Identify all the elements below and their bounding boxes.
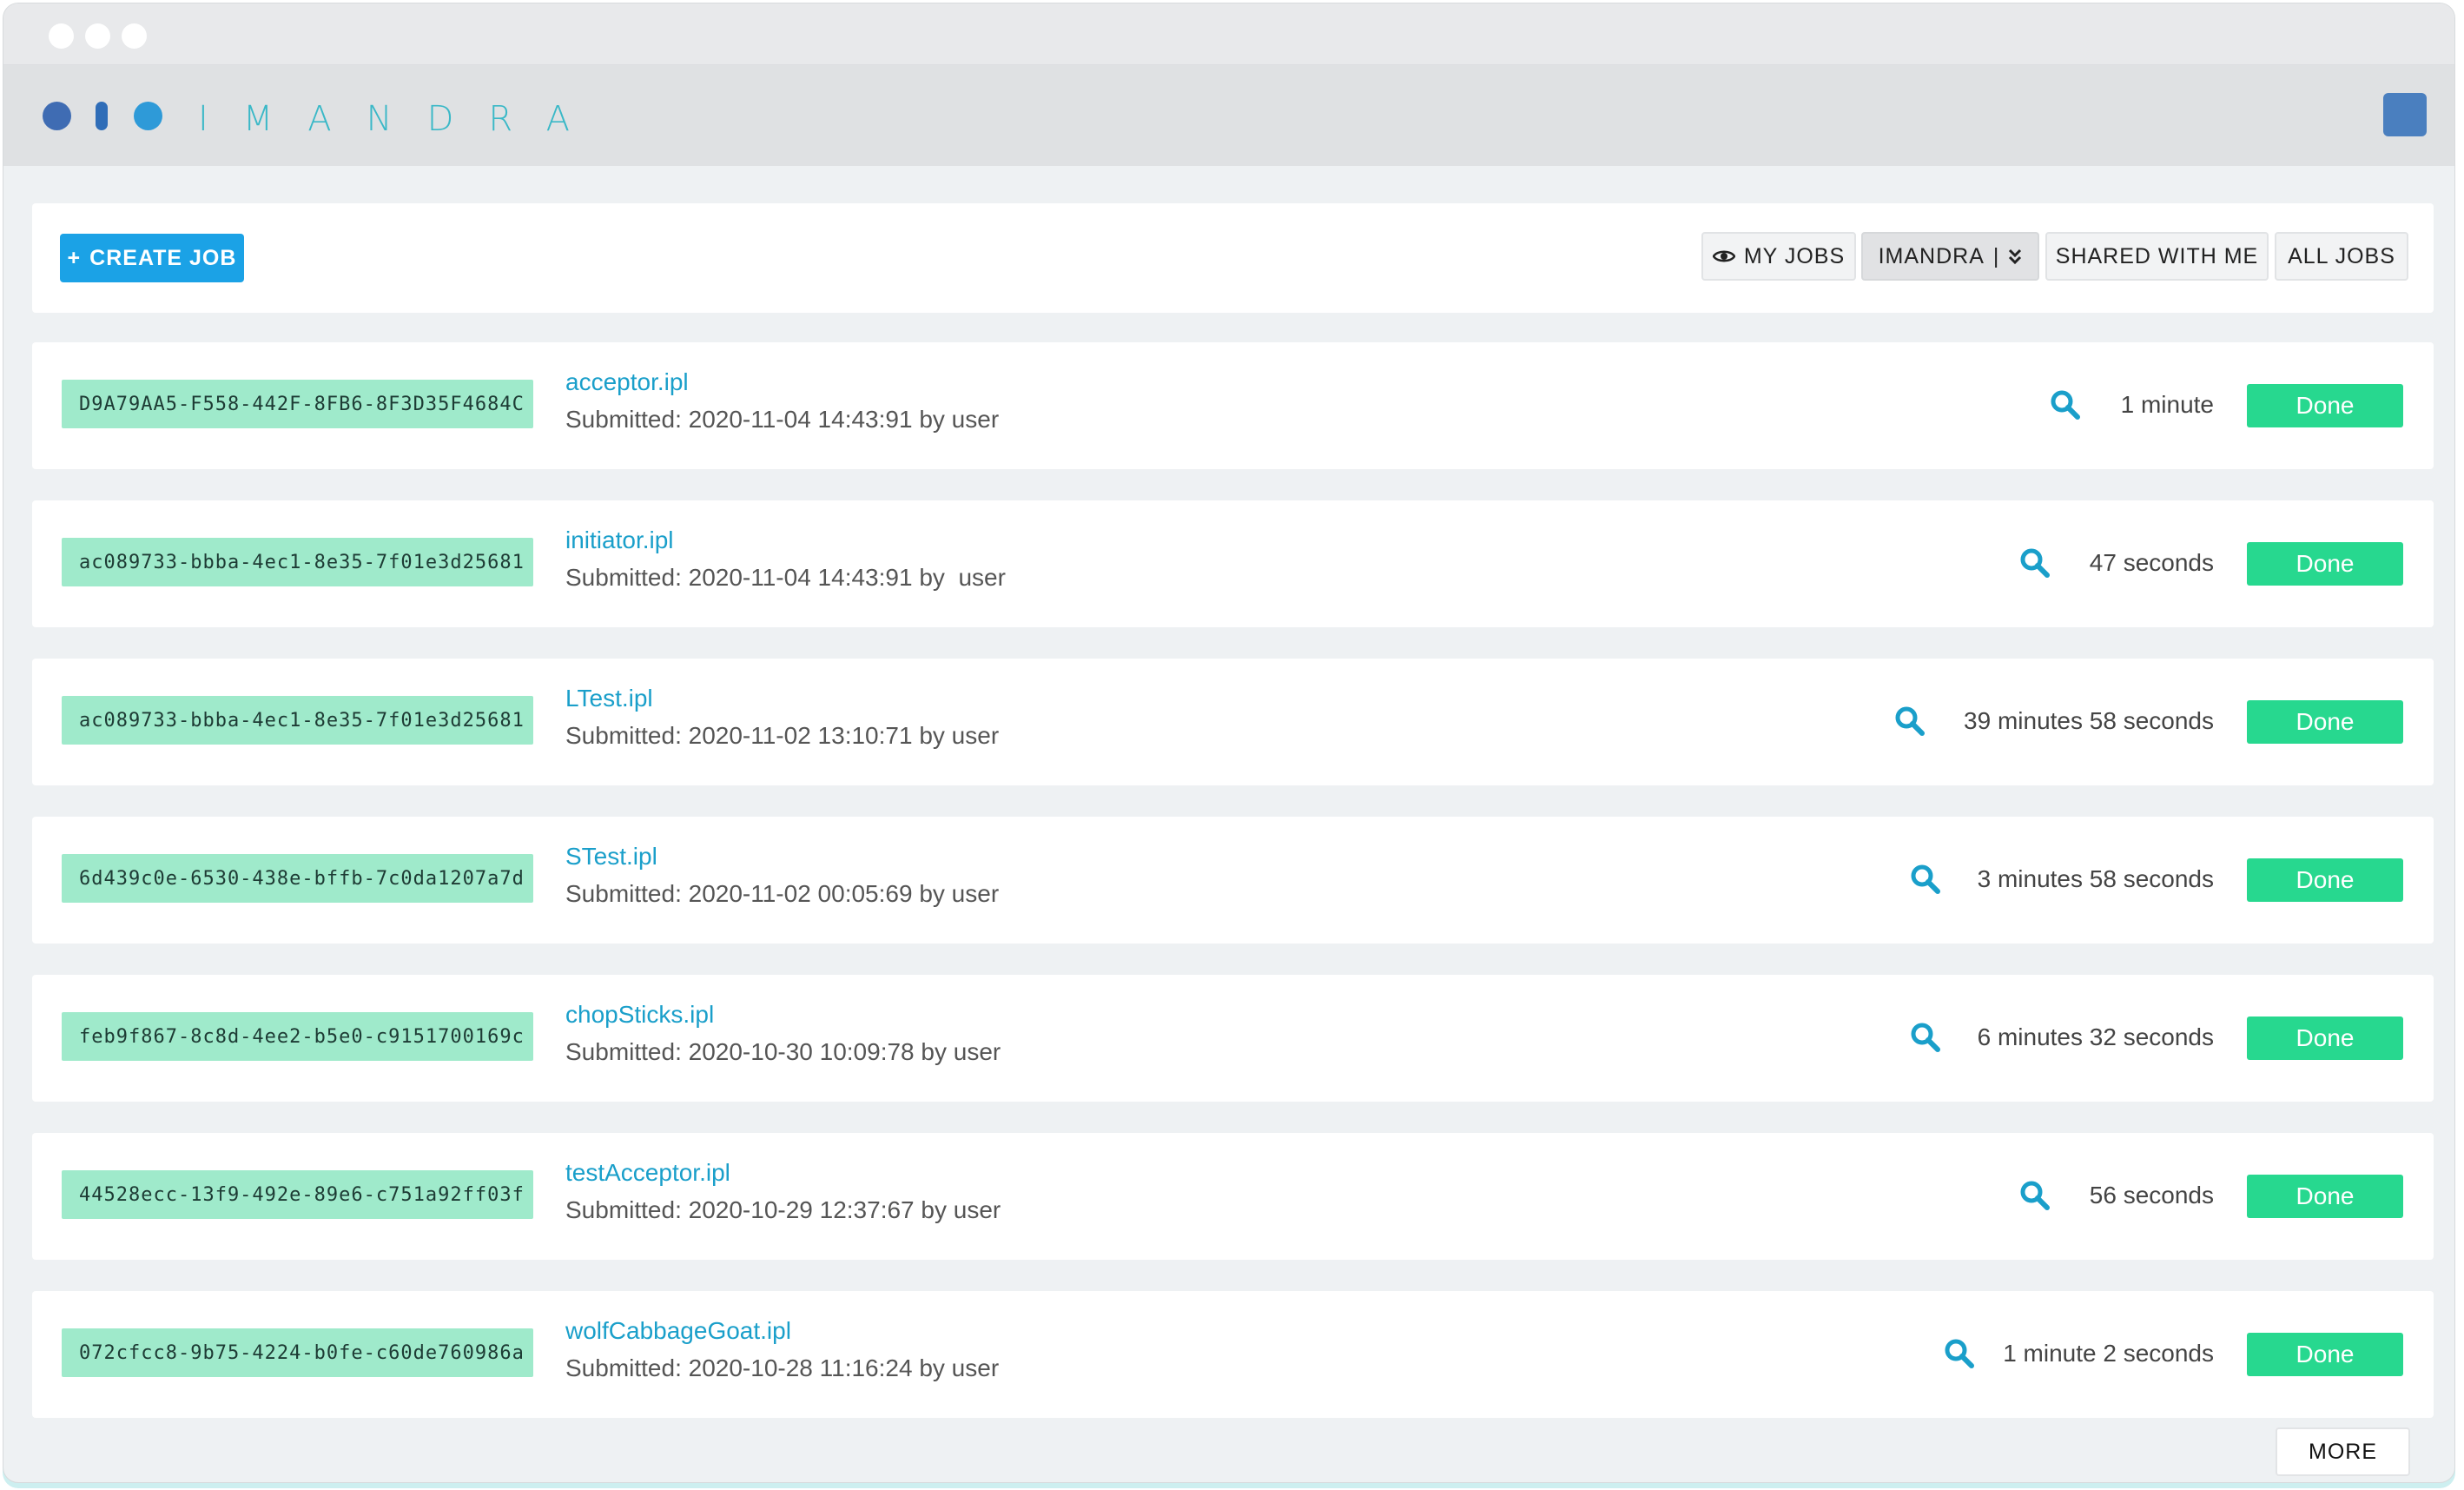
job-name-link[interactable]: initiator.ipl xyxy=(565,526,674,554)
job-id-badge: ac089733-bbba-4ec1-8e35-7f01e3d25681 xyxy=(62,696,533,745)
job-submitted-text: Submitted: 2020-11-04 14:43:91 by user xyxy=(565,564,1006,591)
eye-icon xyxy=(1712,250,1735,262)
status-badge[interactable]: Done xyxy=(2247,1333,2403,1376)
create-job-button[interactable]: + CREATE JOB xyxy=(60,234,244,282)
job-name-link[interactable]: chopSticks.ipl xyxy=(565,1001,714,1029)
search-icon[interactable] xyxy=(1910,1022,1941,1053)
window-minimize-control[interactable] xyxy=(85,23,110,49)
job-duration: 3 minutes 58 seconds xyxy=(1977,865,2214,892)
more-button[interactable]: MORE xyxy=(2276,1427,2410,1476)
job-duration: 39 minutes 58 seconds xyxy=(1964,707,2214,734)
jobs-toolbar: + CREATE JOB MY JOBS IMANDRA | SHARED WI… xyxy=(32,203,2434,313)
filter-all-label: ALL JOBS xyxy=(2288,243,2395,268)
search-icon[interactable] xyxy=(2019,547,2051,579)
job-row[interactable]: ac089733-bbba-4ec1-8e35-7f01e3d25681 LTe… xyxy=(32,659,2434,785)
job-submitted-text: Submitted: 2020-10-30 10:09:78 by user xyxy=(565,1038,1001,1065)
status-badge[interactable]: Done xyxy=(2247,384,2403,427)
job-submitted-text: Submitted: 2020-11-02 13:10:71 by user xyxy=(565,722,1000,749)
brand-wordmark: IMANDRA xyxy=(198,99,604,139)
job-name-link[interactable]: LTest.ipl xyxy=(565,685,653,712)
job-id-badge: 6d439c0e-6530-438e-bffb-7c0da1207a7d xyxy=(62,854,533,903)
job-duration: 6 minutes 32 seconds xyxy=(1977,1023,2214,1050)
search-icon[interactable] xyxy=(1894,705,1926,737)
job-id-badge: ac089733-bbba-4ec1-8e35-7f01e3d25681 xyxy=(62,538,533,586)
job-row[interactable]: D9A79AA5-F558-442F-8FB6-8F3D35F4684C acc… xyxy=(32,342,2434,469)
job-duration: 56 seconds xyxy=(2089,1182,2214,1209)
app-window: IMANDRA + CREATE JOB MY JOBS IMANDRA | S… xyxy=(3,3,2455,1483)
job-id-badge: D9A79AA5-F558-442F-8FB6-8F3D35F4684C xyxy=(62,380,533,428)
filter-org-label: IMANDRA xyxy=(1878,243,1985,268)
job-row[interactable]: 072cfcc8-9b75-4224-b0fe-c60de760986a wol… xyxy=(32,1291,2434,1418)
job-row[interactable]: feb9f867-8c8d-4ee2-b5e0-c9151700169c cho… xyxy=(32,975,2434,1102)
window-maximize-control[interactable] xyxy=(122,23,147,49)
filter-my-jobs-label: MY JOBS xyxy=(1743,243,1846,268)
status-badge[interactable]: Done xyxy=(2247,542,2403,586)
job-duration: 47 seconds xyxy=(2089,549,2214,576)
search-icon[interactable] xyxy=(1910,864,1941,895)
double-chevron-down-icon xyxy=(2009,248,2022,265)
status-badge[interactable]: Done xyxy=(2247,1017,2403,1060)
filter-my-jobs[interactable]: MY JOBS xyxy=(1701,232,1856,281)
search-icon[interactable] xyxy=(2019,1180,2051,1211)
separator: | xyxy=(1992,243,2000,268)
job-submitted-text: Submitted: 2020-11-04 14:43:91 by user xyxy=(565,406,1000,433)
filter-all-jobs[interactable]: ALL JOBS xyxy=(2275,232,2408,281)
create-job-label: CREATE JOB xyxy=(89,245,237,270)
filter-org-select[interactable]: IMANDRA | xyxy=(1861,232,2039,281)
status-badge[interactable]: Done xyxy=(2247,858,2403,902)
job-duration: 1 minute xyxy=(2120,391,2214,418)
job-id-badge: feb9f867-8c8d-4ee2-b5e0-c9151700169c xyxy=(62,1012,533,1061)
job-row[interactable]: ac089733-bbba-4ec1-8e35-7f01e3d25681 ini… xyxy=(32,500,2434,627)
job-submitted-text: Submitted: 2020-10-28 11:16:24 by user xyxy=(565,1354,1000,1381)
user-menu-button[interactable] xyxy=(2383,93,2427,136)
job-row[interactable]: 6d439c0e-6530-438e-bffb-7c0da1207a7d STe… xyxy=(32,817,2434,944)
filter-shared-with-me[interactable]: SHARED WITH ME xyxy=(2045,232,2269,281)
search-icon[interactable] xyxy=(1944,1338,1975,1369)
job-row[interactable]: 44528ecc-13f9-492e-89e6-c751a92ff03f tes… xyxy=(32,1133,2434,1260)
job-name-link[interactable]: STest.ipl xyxy=(565,843,657,871)
status-badge[interactable]: Done xyxy=(2247,700,2403,744)
status-badge[interactable]: Done xyxy=(2247,1175,2403,1218)
job-id-badge: 072cfcc8-9b75-4224-b0fe-c60de760986a xyxy=(62,1328,533,1377)
job-name-link[interactable]: wolfCabbageGoat.ipl xyxy=(565,1317,791,1345)
window-close-control[interactable] xyxy=(49,23,74,49)
job-name-link[interactable]: acceptor.ipl xyxy=(565,368,689,396)
job-duration: 1 minute 2 seconds xyxy=(2003,1340,2214,1367)
job-submitted-text: Submitted: 2020-11-02 00:05:69 by user xyxy=(565,880,1000,907)
plus-icon: + xyxy=(67,245,82,270)
window-titlebar xyxy=(3,3,2454,65)
job-id-badge: 44528ecc-13f9-492e-89e6-c751a92ff03f xyxy=(62,1170,533,1219)
job-submitted-text: Submitted: 2020-10-29 12:37:67 by user xyxy=(565,1196,1001,1223)
search-icon[interactable] xyxy=(2050,389,2081,421)
app-header: IMANDRA xyxy=(3,65,2454,166)
job-name-link[interactable]: testAcceptor.ipl xyxy=(565,1159,730,1187)
filter-shared-label: SHARED WITH ME xyxy=(2055,243,2259,268)
